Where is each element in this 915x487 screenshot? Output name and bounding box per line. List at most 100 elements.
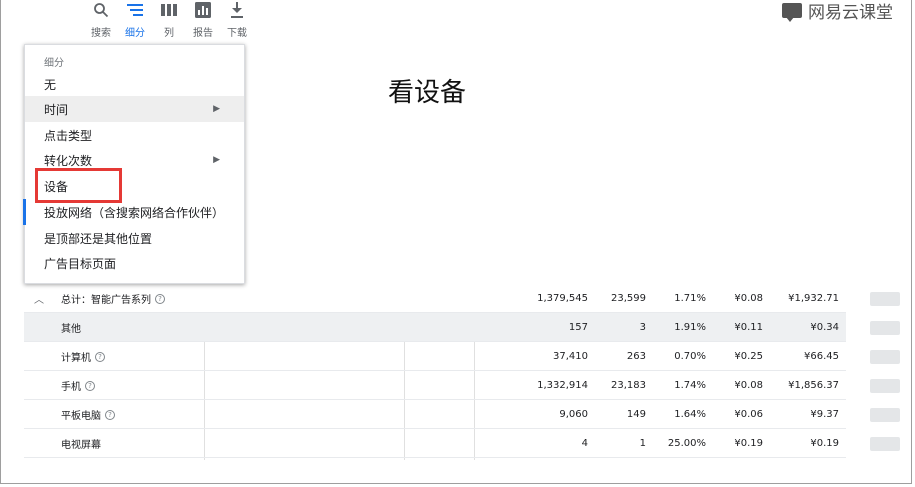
download-tool-button[interactable]: 下载 xyxy=(220,0,254,40)
impressions-cell: 157 xyxy=(568,322,588,333)
clicks-cell: 23,599 xyxy=(611,293,646,304)
impressions-cell: 37,410 xyxy=(553,351,588,362)
menu-item-label: 无 xyxy=(44,77,57,92)
help-icon[interactable]: ? xyxy=(155,293,165,304)
segment-dropdown-menu: 细分 无 时间 ▶ 点击类型 转化次数 ▶ 设备 投放网络（含搜索网络合作伙伴）… xyxy=(23,44,245,284)
impressions-cell: 9,060 xyxy=(559,409,588,420)
menu-item-conversions[interactable]: 转化次数 ▶ xyxy=(25,147,244,173)
menu-item-label: 点击类型 xyxy=(44,128,93,143)
annotation-title: 看设备 xyxy=(388,78,467,108)
blurred-cell xyxy=(870,321,900,335)
download-tool-label: 下载 xyxy=(227,28,247,39)
avg-cpc-cell: ¥0.08 xyxy=(734,293,763,304)
search-tool-label: 搜索 xyxy=(91,28,111,39)
row-name: 平板电脑? xyxy=(61,400,115,429)
row-name-text: 手机 xyxy=(61,382,81,393)
report-icon xyxy=(195,0,211,20)
blurred-cell xyxy=(870,379,900,393)
menu-item-click-type[interactable]: 点击类型 xyxy=(25,122,244,148)
search-icon xyxy=(93,0,109,20)
menu-item-label: 广告目标页面 xyxy=(44,256,117,271)
toolbar: 搜索 细分 列 报告 下载 xyxy=(84,0,254,40)
cost-cell: ¥66.45 xyxy=(804,351,839,362)
row-name: 其他 xyxy=(61,313,81,342)
clicks-cell: 1 xyxy=(639,438,646,449)
submenu-arrow-icon: ▶ xyxy=(213,104,220,114)
device-segment-table: ︿ 总计：智能广告系列 ? 1,379,545 23,599 1.71% ¥0.… xyxy=(24,284,846,460)
segment-tool-label: 细分 xyxy=(125,28,145,39)
ctr-cell: 0.70% xyxy=(674,351,706,362)
row-name-text: 计算机 xyxy=(61,353,91,364)
menu-item-label: 转化次数 xyxy=(44,153,93,168)
row-name: 计算机? xyxy=(61,342,105,371)
menu-header: 细分 xyxy=(44,58,64,69)
avg-cpc-cell: ¥0.06 xyxy=(734,409,763,420)
row-name: 总计：智能广告系列 ? xyxy=(61,284,165,313)
avg-cpc-cell: ¥0.11 xyxy=(734,322,763,333)
collapse-caret-icon[interactable]: ︿ xyxy=(34,284,44,313)
help-icon[interactable]: ? xyxy=(105,409,115,420)
menu-item-label: 是顶部还是其他位置 xyxy=(44,231,153,246)
search-tool-button[interactable]: 搜索 xyxy=(84,0,118,40)
menu-item-label: 时间 xyxy=(44,102,69,117)
ctr-cell: 1.91% xyxy=(674,322,706,333)
row-name-text: 平板电脑 xyxy=(61,411,101,422)
segment-tool-button[interactable]: 细分 xyxy=(118,0,152,40)
watermark: 网易云课堂 xyxy=(782,0,893,23)
table-row: 电视屏幕 4 1 25.00% ¥0.19 ¥0.19 xyxy=(24,429,846,458)
ctr-cell: 1.64% xyxy=(674,409,706,420)
columns-tool-button[interactable]: 列 xyxy=(152,0,186,40)
submenu-arrow-icon: ▶ xyxy=(213,155,220,165)
menu-item-network[interactable]: 投放网络（含搜索网络合作伙伴） xyxy=(25,199,244,225)
watermark-text: 网易云课堂 xyxy=(808,3,893,23)
row-name-text: 电视屏幕 xyxy=(61,440,101,451)
clicks-cell: 3 xyxy=(639,322,646,333)
ctr-cell: 1.71% xyxy=(674,293,706,304)
row-name-text: 总计：智能广告系列 xyxy=(61,295,151,306)
impressions-cell: 1,379,545 xyxy=(537,293,588,304)
impressions-cell: 4 xyxy=(581,438,588,449)
impressions-cell: 1,332,914 xyxy=(537,380,588,391)
menu-item-top-vs-other[interactable]: 是顶部还是其他位置 xyxy=(25,225,244,251)
cost-cell: ¥1,856.37 xyxy=(788,380,839,391)
segment-icon xyxy=(127,0,143,20)
menu-item-label: 设备 xyxy=(44,179,69,194)
cost-cell: ¥9.37 xyxy=(810,409,839,420)
columns-tool-label: 列 xyxy=(164,28,174,39)
menu-item-none[interactable]: 无 xyxy=(25,71,244,97)
report-tool-button[interactable]: 报告 xyxy=(186,0,220,40)
blurred-cell xyxy=(870,350,900,364)
row-name: 电视屏幕 xyxy=(61,429,101,458)
table-row: 其他 157 3 1.91% ¥0.11 ¥0.34 xyxy=(24,313,846,342)
blurred-cell xyxy=(870,292,900,306)
menu-item-device[interactable]: 设备 xyxy=(25,173,244,199)
report-tool-label: 报告 xyxy=(193,28,213,39)
cost-cell: ¥0.34 xyxy=(810,322,839,333)
table-row: 手机? 1,332,914 23,183 1.74% ¥0.08 ¥1,856.… xyxy=(24,371,846,400)
clicks-cell: 263 xyxy=(626,351,646,362)
ctr-cell: 25.00% xyxy=(667,438,706,449)
row-name: 手机? xyxy=(61,371,95,400)
columns-icon xyxy=(161,0,177,20)
cost-cell: ¥1,932.71 xyxy=(788,293,839,304)
menu-item-label: 投放网络（含搜索网络合作伙伴） xyxy=(44,205,225,220)
cost-cell: ¥0.19 xyxy=(810,438,839,449)
ctr-cell: 1.74% xyxy=(674,380,706,391)
table-row-total: ︿ 总计：智能广告系列 ? 1,379,545 23,599 1.71% ¥0.… xyxy=(24,284,846,313)
selection-indicator xyxy=(23,199,26,225)
help-icon[interactable]: ? xyxy=(95,351,105,362)
chat-bubble-icon xyxy=(782,3,802,22)
menu-item-landing-page[interactable]: 广告目标页面 xyxy=(25,250,244,276)
clicks-cell: 149 xyxy=(626,409,646,420)
help-icon[interactable]: ? xyxy=(85,380,95,391)
blurred-cell xyxy=(870,408,900,422)
clicks-cell: 23,183 xyxy=(611,380,646,391)
table-row: 平板电脑? 9,060 149 1.64% ¥0.06 ¥9.37 xyxy=(24,400,846,429)
download-icon xyxy=(230,0,244,20)
table-row: 计算机? 37,410 263 0.70% ¥0.25 ¥66.45 xyxy=(24,342,846,371)
blurred-cell xyxy=(870,437,900,451)
row-name-text: 其他 xyxy=(61,324,81,335)
avg-cpc-cell: ¥0.19 xyxy=(734,438,763,449)
avg-cpc-cell: ¥0.08 xyxy=(734,380,763,391)
menu-item-time[interactable]: 时间 ▶ xyxy=(25,96,244,122)
